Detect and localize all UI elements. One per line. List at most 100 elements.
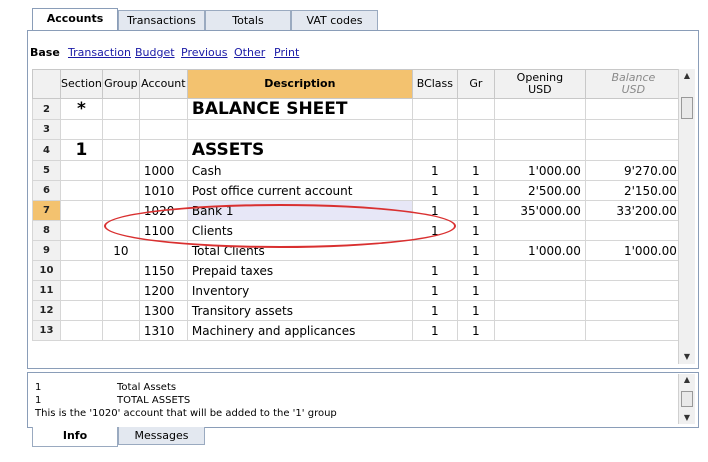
table-row[interactable]: 13 1310 Machinery and applicances 1 1 — [32, 320, 682, 341]
bclass-cell[interactable]: 1 — [411, 220, 458, 241]
scroll-up-icon[interactable]: ▲ — [679, 374, 695, 386]
section-cell[interactable] — [60, 300, 103, 321]
view-transaction[interactable]: Transaction — [68, 46, 131, 59]
gr-cell[interactable]: 1 — [456, 260, 495, 281]
row-number[interactable]: 6 — [32, 180, 61, 201]
col-account-header[interactable]: Account — [138, 69, 188, 99]
table-row[interactable]: 12 1300 Transitory assets 1 1 — [32, 300, 682, 321]
gr-cell[interactable]: 1 — [456, 240, 495, 261]
description-cell[interactable]: Post office current account — [186, 180, 413, 201]
view-base[interactable]: Base — [30, 46, 60, 59]
section-cell[interactable] — [60, 119, 103, 140]
row-number-header[interactable] — [32, 69, 61, 99]
opening-cell[interactable] — [493, 139, 586, 161]
account-cell[interactable]: 1200 — [138, 280, 188, 301]
account-cell[interactable] — [138, 98, 188, 120]
scroll-thumb[interactable] — [681, 391, 693, 407]
account-cell[interactable]: 1000 — [138, 160, 188, 181]
gr-cell[interactable]: 1 — [456, 300, 495, 321]
row-number[interactable]: 11 — [32, 280, 61, 301]
row-number[interactable]: 10 — [32, 260, 61, 281]
table-row[interactable]: 10 1150 Prepaid taxes 1 1 — [32, 260, 682, 281]
gr-cell[interactable]: 1 — [456, 220, 495, 241]
gr-cell[interactable]: 1 — [456, 160, 495, 181]
balance-cell[interactable]: 33'200.00 — [584, 200, 682, 221]
table-row[interactable]: 11 1200 Inventory 1 1 — [32, 280, 682, 301]
gr-cell[interactable]: 1 — [456, 280, 495, 301]
description-cell[interactable] — [186, 119, 413, 140]
opening-cell[interactable] — [493, 220, 586, 241]
row-number[interactable]: 9 — [32, 240, 61, 261]
section-cell[interactable] — [60, 160, 103, 181]
group-cell[interactable] — [101, 180, 140, 201]
bclass-cell[interactable]: 1 — [411, 260, 458, 281]
account-cell[interactable]: 1300 — [138, 300, 188, 321]
description-cell[interactable]: BALANCE SHEET — [186, 98, 413, 120]
account-cell[interactable]: 1010 — [138, 180, 188, 201]
description-cell[interactable]: Inventory — [186, 280, 413, 301]
opening-cell[interactable] — [493, 300, 586, 321]
group-cell[interactable] — [101, 119, 140, 140]
group-cell[interactable] — [101, 280, 140, 301]
group-cell[interactable] — [101, 220, 140, 241]
tab-accounts[interactable]: Accounts — [32, 8, 118, 30]
opening-cell[interactable] — [493, 260, 586, 281]
description-cell[interactable]: Machinery and applicances — [186, 320, 413, 341]
section-cell[interactable] — [60, 240, 103, 261]
group-cell[interactable]: 10 — [101, 240, 140, 261]
balance-cell[interactable] — [584, 139, 682, 161]
col-opening-header[interactable]: Opening USD — [493, 69, 586, 99]
gr-cell[interactable] — [456, 119, 495, 140]
bclass-cell[interactable] — [411, 119, 458, 140]
opening-cell[interactable] — [493, 320, 586, 341]
balance-cell[interactable]: 2'150.00 — [584, 180, 682, 201]
view-print[interactable]: Print — [274, 46, 299, 59]
row-number[interactable]: 7 — [32, 200, 61, 221]
balance-cell[interactable] — [584, 280, 682, 301]
grid-vertical-scrollbar[interactable]: ▲ ▼ — [678, 69, 695, 364]
tab-totals[interactable]: Totals — [205, 10, 291, 30]
description-cell[interactable]: Clients — [186, 220, 413, 241]
scroll-down-icon[interactable]: ▼ — [679, 412, 695, 424]
row-number[interactable]: 8 — [32, 220, 61, 241]
description-cell[interactable]: ASSETS — [186, 139, 413, 161]
section-cell[interactable]: * — [60, 98, 103, 120]
table-row[interactable]: 2 * BALANCE SHEET — [32, 98, 682, 120]
section-cell[interactable] — [60, 220, 103, 241]
section-cell[interactable] — [60, 180, 103, 201]
tab-transactions[interactable]: Transactions — [118, 10, 205, 30]
row-number[interactable]: 4 — [32, 139, 61, 161]
bclass-cell[interactable] — [411, 240, 458, 261]
row-number[interactable]: 5 — [32, 160, 61, 181]
balance-cell[interactable] — [584, 320, 682, 341]
balance-cell[interactable]: 9'270.00 — [584, 160, 682, 181]
gr-cell[interactable] — [456, 98, 495, 120]
gr-cell[interactable]: 1 — [456, 200, 495, 221]
row-number[interactable]: 12 — [32, 300, 61, 321]
description-cell[interactable]: Transitory assets — [186, 300, 413, 321]
table-row[interactable]: 6 1010 Post office current account 1 1 2'500.… — [32, 180, 682, 201]
group-cell[interactable] — [101, 200, 140, 221]
description-cell[interactable]: Total Clients — [186, 240, 413, 261]
group-cell[interactable] — [101, 98, 140, 120]
gr-cell[interactable] — [456, 139, 495, 161]
opening-cell[interactable]: 35'000.00 — [493, 200, 586, 221]
row-number[interactable]: 2 — [32, 98, 61, 120]
bclass-cell[interactable]: 1 — [411, 180, 458, 201]
description-cell[interactable]: Cash — [186, 160, 413, 181]
tab-vat-codes[interactable]: VAT codes — [291, 10, 378, 30]
view-previous[interactable]: Previous — [181, 46, 228, 59]
balance-cell[interactable]: 1'000.00 — [584, 240, 682, 261]
opening-cell[interactable] — [493, 119, 586, 140]
col-gr-header[interactable]: Gr — [456, 69, 495, 99]
bclass-cell[interactable]: 1 — [411, 300, 458, 321]
opening-cell[interactable]: 1'000.00 — [493, 240, 586, 261]
group-cell[interactable] — [101, 300, 140, 321]
tab-info[interactable]: Info — [32, 427, 118, 447]
balance-cell[interactable] — [584, 119, 682, 140]
tab-messages[interactable]: Messages — [118, 427, 205, 445]
row-number[interactable]: 3 — [32, 119, 61, 140]
table-row[interactable]: 9 10 Total Clients 1 1'000.00 1'000.00 — [32, 240, 682, 261]
balance-cell[interactable] — [584, 260, 682, 281]
gr-cell[interactable]: 1 — [456, 180, 495, 201]
